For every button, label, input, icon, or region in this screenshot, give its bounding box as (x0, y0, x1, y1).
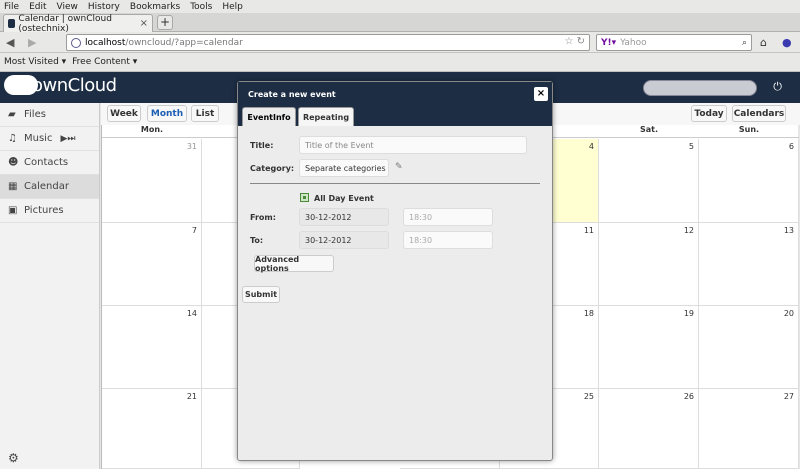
owncloud-logo[interactable]: ownCloud (4, 75, 117, 96)
yahoo-icon[interactable]: Y!▾ (601, 38, 616, 48)
dialog-header: Create a new event × EventInfo Repeating (238, 82, 552, 126)
app-search-input[interactable] (643, 80, 757, 96)
site-identity-icon[interactable] (71, 37, 81, 48)
calendar-day-cell[interactable]: 7 (102, 223, 202, 306)
to-time-input[interactable]: 18:30 (403, 231, 493, 249)
url-host: localhost (85, 37, 126, 48)
addon-icon[interactable]: ● (782, 36, 792, 49)
from-label: From: (250, 213, 276, 222)
advanced-options-button[interactable]: Advanced options (254, 255, 334, 273)
calendar-day-cell[interactable]: 20 (699, 306, 799, 389)
bookmark-most-visited[interactable]: Most Visited ▾ (4, 57, 66, 67)
calendar-day-cell[interactable]: 21 (102, 389, 202, 469)
from-date-input[interactable]: 30-12-2012 (299, 208, 389, 226)
calendar-day-cell[interactable]: 12 (599, 223, 699, 306)
month-view-button[interactable]: Month (147, 105, 187, 122)
sidebar-item-label: Pictures (24, 205, 64, 216)
sidebar-item-contacts[interactable]: ☻ Contacts (0, 151, 99, 175)
url-bar[interactable]: localhost/owncloud/?app=calendar ☆ ↻ (66, 34, 590, 51)
list-view-button[interactable]: List (191, 105, 219, 122)
dialog-title: Create a new event (248, 90, 336, 99)
sidebar-item-label: Music (24, 133, 53, 144)
tab-title: Calendar | ownCloud (ostechnix) (18, 13, 112, 34)
play-icon[interactable]: ▶⏭ (60, 134, 75, 144)
menu-bookmarks[interactable]: Bookmarks (130, 2, 180, 12)
app-sidebar: ▰ Files ♫ Music ▶⏭ ☻ Contacts ▦ Calendar ▣ Pic… (0, 103, 100, 469)
sidebar-item-label: Calendar (24, 181, 69, 192)
menu-tools[interactable]: Tools (190, 2, 212, 12)
close-icon[interactable]: × (534, 87, 548, 101)
category-label: Category: (250, 164, 295, 173)
to-label: To: (250, 236, 264, 245)
contacts-icon: ☻ (8, 157, 19, 168)
new-tab-button[interactable]: + (157, 15, 173, 30)
today-button[interactable]: Today (691, 105, 727, 122)
all-day-label: All Day Event (314, 194, 374, 203)
day-header-sun: Sun. (699, 125, 799, 138)
day-header-sat: Sat. (599, 125, 699, 138)
to-date-input[interactable]: 30-12-2012 (299, 231, 389, 249)
sidebar-item-files[interactable]: ▰ Files (0, 103, 99, 127)
folder-icon: ▰ (8, 109, 16, 120)
create-event-dialog: Create a new event × EventInfo Repeating… (237, 81, 553, 461)
sidebar-item-pictures[interactable]: ▣ Pictures (0, 199, 99, 223)
calendar-day-cell[interactable]: 19 (599, 306, 699, 389)
calendar-day-cell[interactable]: 26 (599, 389, 699, 469)
calendar-day-cell[interactable]: 13 (699, 223, 799, 306)
menu-help[interactable]: Help (222, 2, 243, 12)
sidebar-item-label: Files (24, 109, 46, 120)
forward-icon[interactable]: ▶ (28, 36, 36, 49)
menu-edit[interactable]: Edit (29, 2, 46, 12)
gear-icon[interactable]: ⚙ (8, 451, 19, 465)
browser-tabbar: Calendar | ownCloud (ostechnix) × + (0, 13, 800, 34)
reload-icon[interactable]: ☆ ↻ (564, 36, 585, 47)
title-label: Title: (250, 141, 274, 150)
submit-button[interactable]: Submit (242, 286, 280, 303)
calendar-icon: ▦ (8, 181, 18, 192)
menu-file[interactable]: File (4, 2, 19, 12)
tab-repeating[interactable]: Repeating (298, 107, 354, 126)
url-path: /owncloud/?app=calendar (125, 37, 243, 48)
search-placeholder: Yahoo (620, 37, 647, 48)
sidebar-item-music[interactable]: ♫ Music ▶⏭ (0, 127, 99, 151)
event-title-input[interactable]: Title of the Event (299, 136, 527, 154)
tab-eventinfo[interactable]: EventInfo (242, 107, 296, 126)
browser-search-input[interactable]: Y!▾ Yahoo ⌕ (596, 34, 752, 51)
close-tab-icon[interactable]: × (140, 18, 148, 29)
home-icon[interactable]: ⌂ (760, 36, 767, 49)
bookmarks-bar: Most Visited ▾ Free Content ▾ (0, 53, 800, 72)
calendar-day-cell[interactable]: 14 (102, 306, 202, 389)
sidebar-item-label: Contacts (24, 157, 69, 168)
search-icon[interactable]: ⌕ (742, 38, 747, 48)
calendar-day-cell[interactable]: 27 (699, 389, 799, 469)
logo-text: ownCloud (32, 75, 117, 96)
browser-navbar: ◀ ▶ localhost/owncloud/?app=calendar ☆ ↻… (0, 32, 800, 53)
menu-view[interactable]: View (57, 2, 78, 12)
sidebar-item-calendar[interactable]: ▦ Calendar (0, 175, 99, 199)
calendars-button[interactable]: Calendars (732, 105, 786, 122)
bookmark-free-content[interactable]: Free Content ▾ (72, 57, 137, 67)
all-day-checkbox[interactable] (300, 193, 309, 202)
owncloud-favicon-icon (8, 19, 16, 28)
calendar-day-cell[interactable]: 31 (102, 139, 202, 223)
browser-menubar: File Edit View History Bookmarks Tools H… (0, 0, 800, 13)
category-input[interactable]: Separate categories w (299, 159, 389, 177)
logout-icon[interactable]: ⏻ (773, 80, 782, 94)
divider (250, 183, 540, 184)
day-header-mon: Mon. (102, 125, 202, 138)
edit-pencil-icon[interactable]: ✎ (395, 162, 403, 172)
pictures-icon: ▣ (8, 205, 18, 216)
from-time-input[interactable]: 18:30 (403, 208, 493, 226)
browser-tab[interactable]: Calendar | ownCloud (ostechnix) × (3, 13, 153, 34)
music-icon: ♫ (8, 133, 17, 144)
back-icon[interactable]: ◀ (6, 36, 14, 49)
calendar-day-cell[interactable]: 5 (599, 139, 699, 223)
calendar-day-cell[interactable]: 6 (699, 139, 799, 223)
menu-history[interactable]: History (88, 2, 120, 12)
week-view-button[interactable]: Week (107, 105, 141, 122)
